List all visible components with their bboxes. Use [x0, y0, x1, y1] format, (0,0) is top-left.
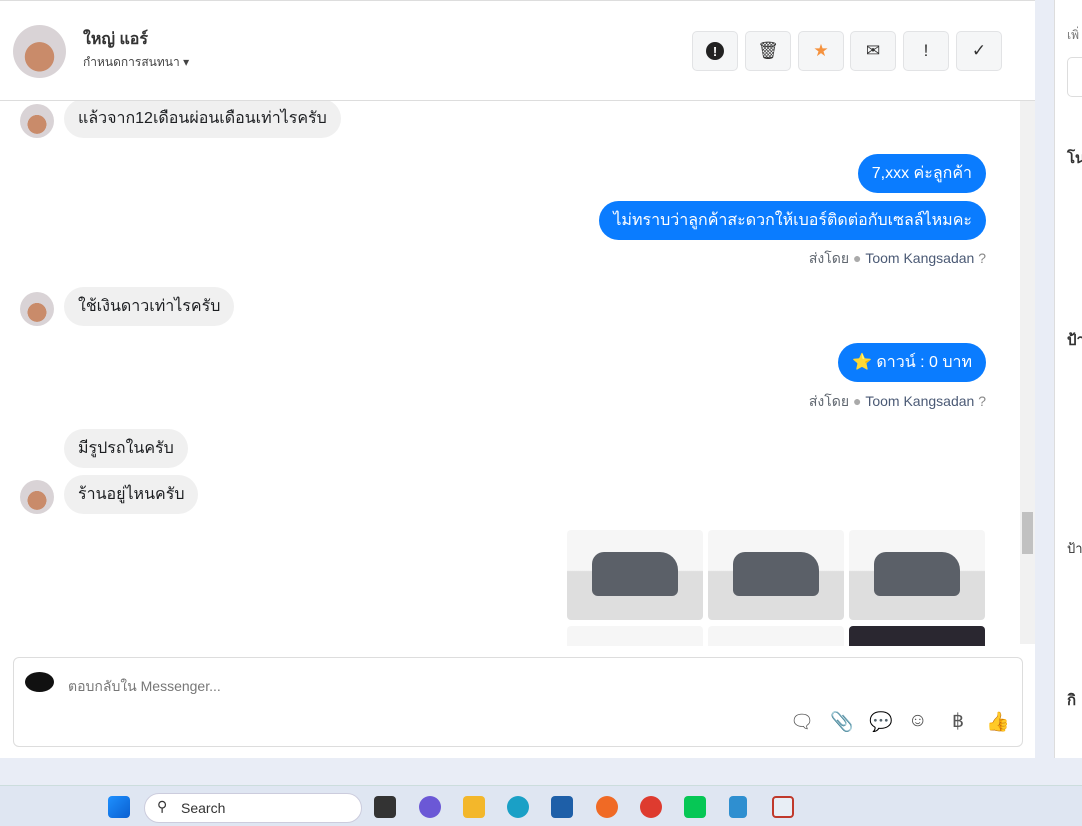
car-photo[interactable] [567, 530, 703, 620]
conversation-header: ใหญ่ แอร์ กำหนดการสนทนา ▾ ! 🗑 ★ ✉ ! ✓ [0, 1, 1035, 101]
sender-name[interactable]: Toom Kangsadan [865, 393, 974, 409]
edge-icon[interactable] [507, 796, 529, 818]
message-bubble: 7,xxx ค่ะลูกค้า [857, 154, 986, 193]
task-view-icon[interactable] [374, 796, 396, 818]
activity-heading: กิ [1067, 692, 1077, 709]
chat-scrollbar[interactable] [1020, 101, 1035, 644]
saved-reply-icon[interactable]: 🗨 [790, 710, 814, 734]
baht-payment-icon[interactable]: ฿ [952, 710, 964, 733]
snipping-tool-icon[interactable] [772, 796, 794, 818]
chrome-icon[interactable] [640, 796, 662, 818]
quick-reply-icon[interactable]: 💬 [869, 710, 893, 734]
scrollbar-thumb[interactable] [1022, 512, 1033, 554]
sent-by-label: ส่งโดย ● Toom Kangsadan ? [809, 391, 986, 413]
start-icon[interactable] [108, 796, 130, 818]
sent-by-text: ส่งโดย [808, 393, 850, 409]
star-button[interactable]: ★ [798, 31, 844, 71]
help-icon[interactable]: ? [978, 393, 986, 409]
car-photo[interactable] [849, 530, 985, 620]
message-bubble: มีรูปรถในครับ [64, 429, 188, 468]
message-bubble: ร้านอยู่ไหนครับ [64, 475, 199, 514]
car-photo[interactable] [708, 530, 844, 620]
message-bubble: ⭐ ดาวน์ : 0 บาท [837, 343, 986, 382]
conversation-settings-dropdown[interactable]: กำหนดการสนทนา ▾ [83, 53, 189, 72]
teams-icon[interactable] [419, 796, 441, 818]
car-photo[interactable] [849, 626, 985, 646]
file-explorer-icon[interactable] [463, 796, 485, 818]
caret-down-icon: ▾ [183, 55, 190, 69]
mark-unread-button[interactable]: ✉ [850, 31, 896, 71]
sender-avatar [20, 292, 54, 326]
search-icon: ⚲ [157, 798, 168, 814]
customer-info-panel: เพิ่ โน ป้า ป้า กิ [1054, 0, 1082, 758]
notes-heading: โน [1067, 150, 1082, 167]
trash-icon: 🗑 [757, 41, 779, 60]
page-avatar [25, 672, 54, 692]
star-icon: ★ [813, 41, 829, 60]
line-icon[interactable] [684, 796, 706, 818]
message-list: แล้วจาก12เดือนผ่อนเดือนเท่าไรครับ 7,xxx … [0, 101, 1020, 646]
reply-box[interactable]: ตอบกลับใน Messenger... 🗨 📎 💬 ☺ ฿ 👍 [13, 657, 1023, 747]
car-photo[interactable] [567, 626, 703, 646]
sender-name[interactable]: Toom Kangsadan [865, 250, 974, 266]
car-photo[interactable] [708, 626, 844, 646]
sender-avatar [20, 104, 54, 138]
message-bubble: แล้วจาก12เดือนผ่อนเดือนเท่าไรครับ [64, 101, 341, 138]
check-badge-icon: ● [852, 250, 862, 266]
spam-button[interactable]: ! [692, 31, 738, 71]
follow-up-button[interactable]: ! [903, 31, 949, 71]
delete-button[interactable]: 🗑 [745, 31, 791, 71]
panel-button[interactable] [1067, 57, 1082, 97]
subtitle: กำหนดการสนทนา [83, 55, 180, 69]
thumbs-up-icon[interactable]: 👍 [986, 710, 1010, 734]
sent-by-label: ส่งโดย ● Toom Kangsadan ? [809, 248, 986, 270]
help-icon[interactable]: ? [978, 250, 986, 266]
labels-heading: ป้า [1067, 332, 1082, 349]
message-bubble: ใช้เงินดาวเท่าไรครับ [64, 287, 235, 326]
mark-done-button[interactable]: ✓ [956, 31, 1002, 71]
search-label: Search [181, 800, 226, 816]
envelope-icon: ✉ [865, 41, 881, 60]
taskbar-search[interactable]: ⚲ Search [144, 793, 362, 823]
alert-octagon-icon: ! [706, 42, 724, 60]
check-badge-icon: ● [852, 393, 862, 409]
sender-avatar [20, 480, 54, 514]
check-icon: ✓ [971, 41, 987, 60]
sent-by-text: ส่งโดย [808, 250, 850, 266]
store-icon[interactable] [551, 796, 573, 818]
conversation-panel: ใหญ่ แอร์ กำหนดการสนทนา ▾ ! 🗑 ★ ✉ ! ✓ แล… [0, 0, 1035, 758]
notepad-icon[interactable] [729, 796, 747, 818]
contact-avatar[interactable] [13, 25, 66, 78]
windows-taskbar: ⚲ Search [0, 785, 1082, 826]
reply-input[interactable]: ตอบกลับใน Messenger... [68, 676, 221, 698]
attachment-icon[interactable]: 📎 [830, 710, 854, 734]
exclamation-icon: ! [923, 41, 929, 60]
panel-text: เพิ่ [1067, 28, 1080, 42]
labels-subheading: ป้า [1067, 541, 1082, 556]
emoji-icon[interactable]: ☺ [908, 710, 927, 732]
contact-name[interactable]: ใหญ่ แอร์ [83, 27, 148, 52]
firefox-icon[interactable] [596, 796, 618, 818]
message-bubble: ไม่ทราบว่าลูกค้าสะดวกให้เบอร์ติดต่อกับเซ… [599, 201, 986, 240]
